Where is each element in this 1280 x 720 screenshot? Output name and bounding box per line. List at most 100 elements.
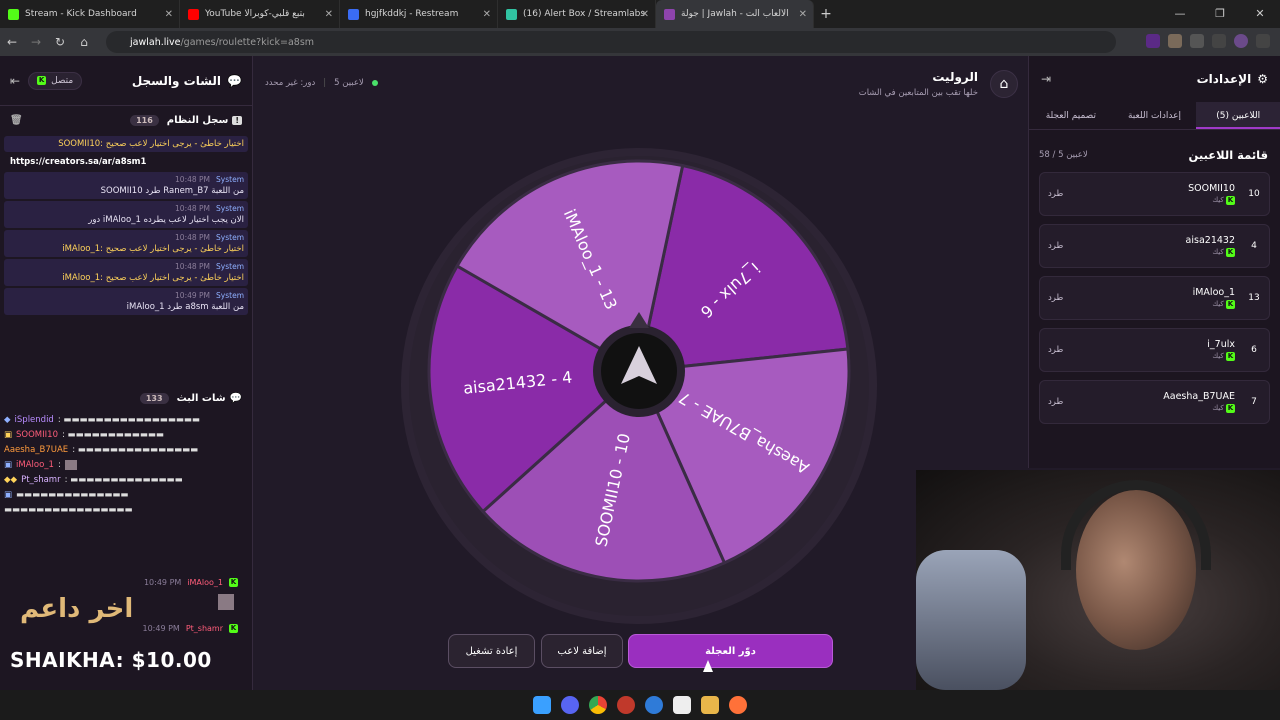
settings-panel: ⇥ الإعدادات ⚙ تصميم العجلة إعدادات اللعبة… [1028,56,1280,468]
players-count: 5 لاعبين [334,78,364,88]
player-platform: كيك K [1086,300,1235,309]
last-supporter-overlay: اخر داعم [20,594,134,624]
minimize-icon[interactable]: — [1160,0,1200,28]
player-platform: كيك K [1086,352,1235,361]
log-time: 10:48 PM [175,175,211,184]
tab-game-settings[interactable]: إعدادات اللعبة [1113,102,1197,129]
platform-label: كيك [1212,300,1224,308]
log-source: System [216,291,244,300]
close-icon[interactable]: ✕ [641,9,649,20]
discord-icon[interactable] [561,696,579,714]
app-icon[interactable] [645,696,663,714]
webcam-overlay [916,470,1280,690]
chat-line: ▬▬▬▬▬▬▬▬▬▬▬▬▬▬▬▬ [4,504,133,515]
badge-icon: ▣ [4,459,13,470]
player-platform: كيك K [1086,196,1235,205]
chat-header: ⇤ K متصل الشات والسجل 💬 [0,56,252,106]
kick-player-button[interactable]: طرد [1048,397,1086,407]
back-icon[interactable]: ← [0,35,24,49]
badge-icon: ◆ [4,414,11,425]
player-number: 7 [1251,397,1257,407]
chat-line: Aaesha_B7UAE: ▬▬▬▬▬▬▬▬▬▬▬▬▬▬▬ [4,444,199,455]
chat-nick[interactable]: Aaesha_B7UAE [4,445,68,455]
connection-status: K متصل [28,71,83,90]
tab-jawlah[interactable]: جولة | Jawlah - منصة الألعاب الت... ✕ [656,0,814,28]
headphones-shape [1061,480,1211,570]
player-row: طرد SOOMII10 كيك K 10 [1039,172,1270,216]
tab-label: جولة | Jawlah - منصة الألعاب الت... [681,9,791,19]
player-info: i_7ulx كيك K [1086,339,1247,361]
chat-nick[interactable]: iSplendid [15,415,54,425]
tab-youtube[interactable]: YouTube بتبع قلبي-كوبرالا ✕ [180,0,340,28]
log-source: System [216,262,244,271]
app-icon[interactable] [617,696,635,714]
windows-start-icon[interactable] [533,696,551,714]
tab-restream[interactable]: hgjfkddkj - Restream ✕ [340,0,498,28]
player-info: iMAloo_1 كيك K [1086,287,1247,309]
player-row: طرد i_7ulx كيك K 6 [1039,328,1270,372]
home-icon[interactable]: ⌂ [72,35,96,49]
close-icon[interactable]: ✕ [325,9,333,20]
player-number: 6 [1251,345,1257,355]
player-name: Aaesha_B7UAE [1163,391,1235,402]
pinned-nick[interactable]: Pt_shamr [186,624,223,633]
url-input[interactable]: jawlah.live/games/roulette?kick=a8sm [106,31,1116,53]
extension-icon[interactable] [1168,34,1182,48]
streamlabs-favicon-icon [506,8,517,20]
chat-nick[interactable]: iMAloo_1 [16,460,54,470]
tab-wheel-design[interactable]: تصميم العجلة [1029,102,1113,129]
reload-icon[interactable]: ↻ [48,35,72,49]
game-area: ⌂ الروليت خلها تقب بين المتابعين في الشا… [253,56,1028,690]
home-button[interactable]: ⌂ [990,70,1018,98]
chrome-icon[interactable] [589,696,607,714]
tab-streamlabs[interactable]: (16) Alert Box / Streamlabs ✕ [498,0,656,28]
menu-icon[interactable] [1256,34,1270,48]
log-text: SOOMII10: اختيار خاطئ - يرجى اختيار لاعب… [58,139,244,149]
terminal-icon: ! [232,115,242,125]
folder-icon[interactable] [701,696,719,714]
chat-nick[interactable]: SOOMII10 [16,430,58,440]
firefox-icon[interactable] [729,696,747,714]
kick-player-button[interactable]: طرد [1048,241,1086,251]
settings-header: ⇥ الإعدادات ⚙ [1029,56,1280,102]
extension-icon[interactable] [1146,34,1160,48]
log-entry: 10:48 PM System دور iMAloo_1 الان يجب اخت… [4,201,248,228]
collapse-panel-icon[interactable]: ⇤ [10,74,20,88]
restart-button[interactable]: إعادة تشغيل [448,634,535,668]
emote-icon [64,459,77,470]
kick-player-button[interactable]: طرد [1048,189,1086,199]
kick-icon: K [1226,300,1235,309]
link-text[interactable]: https://creators.sa/ar/a8sm1 [10,157,244,167]
kick-player-button[interactable]: طرد [1048,293,1086,303]
close-icon[interactable]: ✕ [799,9,807,20]
tab-players[interactable]: اللاعبين (5) [1196,102,1280,129]
obs-icon[interactable] [673,696,691,714]
pinned-nick[interactable]: iMAloo_1 [187,578,223,587]
player-list-title: قائمة اللاعبين [1188,148,1268,162]
player-info: SOOMII10 كيك K [1086,183,1247,205]
spin-wheel-button[interactable]: دوّر العجلة [628,634,833,668]
collapse-settings-icon[interactable]: ⇥ [1041,72,1051,86]
tab-label: hgjfkddkj - Restream [365,9,459,19]
player-row: طرد aisa21432 كيك K 4 [1039,224,1270,268]
profile-avatar-icon[interactable] [1234,34,1248,48]
kick-player-button[interactable]: طرد [1048,345,1086,355]
close-icon[interactable]: ✕ [483,9,491,20]
new-tab-button[interactable]: + [814,6,838,22]
add-player-button[interactable]: إضافة لاعب [541,634,623,668]
log-entry: 10:49 PM System iMAloo_1 طرد a8sm من اللع… [4,288,248,315]
chat-nick[interactable]: Pt_shamr [21,475,61,485]
roulette-wheel[interactable]: i_7ulx - 6Aaesha_B7UAE - 7SOOMII10 - 10a… [399,146,879,626]
close-window-icon[interactable]: ✕ [1240,0,1280,28]
page-subtitle: خلها تقب بين المتابعين في الشات [858,88,978,98]
tab-kick-dashboard[interactable]: Stream - Kick Dashboard ✕ [0,0,180,28]
player-name: i_7ulx [1207,339,1235,350]
puzzle-icon[interactable] [1190,34,1204,48]
trash-icon[interactable]: 🗑 [10,115,23,126]
close-icon[interactable]: ✕ [165,9,173,20]
restream-favicon-icon [348,8,359,20]
media-icon[interactable] [1212,34,1226,48]
forward-icon[interactable]: → [24,35,48,49]
restore-icon[interactable]: ❐ [1200,0,1240,28]
player-row: طرد Aaesha_B7UAE كيك K 7 [1039,380,1270,424]
